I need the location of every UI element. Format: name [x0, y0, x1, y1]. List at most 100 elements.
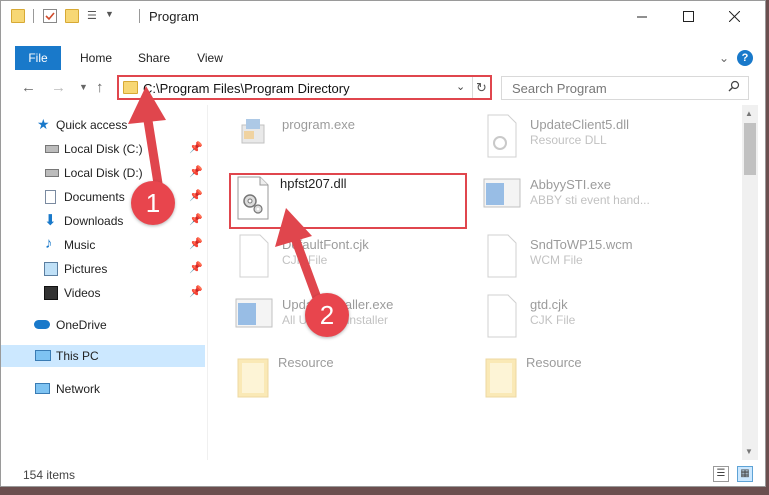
- file-item[interactable]: program.exe: [234, 113, 479, 169]
- download-icon: ⬇: [44, 212, 57, 229]
- tab-share[interactable]: Share: [129, 46, 179, 70]
- sidebar-item-label: Network: [56, 382, 101, 396]
- back-arrow-icon[interactable]: ←: [21, 79, 36, 96]
- network-icon: [35, 383, 50, 394]
- explorer-window: ☰ ▼ Program File Home Share View ⌄ ? ← →…: [0, 0, 766, 487]
- music-icon: ♪: [45, 235, 53, 252]
- up-arrow-icon[interactable]: ↑: [96, 79, 104, 96]
- file-type: ABBY sti event hand...: [530, 193, 650, 207]
- file-item[interactable]: gtd.cjk CJK File: [482, 293, 727, 349]
- sidebar-item-network[interactable]: Network: [1, 378, 205, 400]
- details-view-icon[interactable]: ☰: [713, 466, 729, 482]
- folder-item[interactable]: Resource: [482, 353, 727, 409]
- file-name: program.exe: [282, 117, 355, 132]
- sidebar-item-label: This PC: [56, 349, 99, 363]
- sidebar-item-label: Videos: [64, 286, 101, 300]
- sidebar-item-label: OneDrive: [56, 318, 107, 332]
- scroll-up-icon[interactable]: ▲: [745, 109, 753, 118]
- ribbon-collapse-icon[interactable]: ⌄: [719, 51, 729, 65]
- drive-icon: [45, 145, 59, 153]
- title-bar: ☰ ▼ Program: [1, 1, 765, 31]
- large-icons-view-icon[interactable]: ▦: [737, 466, 753, 482]
- separator: [33, 9, 34, 23]
- star-icon: ★: [37, 116, 50, 132]
- sidebar-item-pictures[interactable]: Pictures 📌: [1, 258, 205, 280]
- pin-icon[interactable]: 📌: [189, 285, 203, 298]
- sidebar-item-local-disk-c[interactable]: Local Disk (C:) 📌: [1, 138, 205, 160]
- address-path[interactable]: C:\Program Files\Program Directory: [143, 81, 350, 96]
- sidebar-item-videos[interactable]: Videos 📌: [1, 282, 205, 304]
- document-icon: [234, 233, 274, 283]
- pin-icon[interactable]: 📌: [189, 165, 203, 178]
- sidebar-item-quick-access[interactable]: ★ Quick access: [1, 114, 205, 136]
- videos-icon: [44, 286, 58, 300]
- document-icon: [482, 233, 522, 283]
- tab-view[interactable]: View: [189, 46, 231, 70]
- sidebar-item-downloads[interactable]: ⬇ Downloads 📌: [1, 210, 205, 232]
- search-icon[interactable]: [728, 80, 740, 95]
- file-type: Resource DLL: [530, 133, 607, 147]
- app-icon: [234, 113, 274, 163]
- search-placeholder: Search Program: [512, 81, 607, 96]
- chevron-down-icon[interactable]: ▼: [105, 9, 119, 23]
- forward-arrow-icon[interactable]: →: [51, 79, 66, 96]
- sidebar-item-local-disk-d[interactable]: Local Disk (D:) 📌: [1, 162, 205, 184]
- refresh-icon[interactable]: ↻: [472, 77, 490, 98]
- file-name: AbbyySTI.exe: [530, 177, 611, 192]
- tab-file[interactable]: File: [15, 46, 61, 70]
- item-count: 154 items: [23, 468, 76, 482]
- minimize-button[interactable]: [619, 1, 665, 31]
- folder-item[interactable]: Resource: [234, 353, 479, 409]
- pin-icon[interactable]: 📌: [189, 213, 203, 226]
- file-item[interactable]: SndToWP15.wcm WCM File: [482, 233, 727, 289]
- search-input[interactable]: Search Program: [501, 76, 749, 100]
- pin-icon[interactable]: 📌: [189, 237, 203, 250]
- help-icon[interactable]: ?: [737, 50, 753, 66]
- folder-icon: [482, 353, 522, 403]
- file-name: UpdateClient5.dll: [530, 117, 630, 132]
- file-item[interactable]: UpdateClient5.dll Resource DLL: [482, 113, 727, 169]
- file-highlight-box: [229, 173, 467, 229]
- vertical-scrollbar[interactable]: ▲ ▼: [742, 105, 758, 460]
- dll-icon: [482, 113, 522, 163]
- scrollbar-thumb[interactable]: [744, 123, 756, 175]
- scroll-down-icon[interactable]: ▼: [745, 447, 753, 456]
- sidebar-item-label: Local Disk (C:): [64, 142, 143, 156]
- pin-icon[interactable]: 📌: [189, 141, 203, 154]
- properties-icon[interactable]: [43, 9, 57, 23]
- window-title: Program: [149, 9, 199, 24]
- sidebar-item-this-pc[interactable]: This PC: [1, 345, 205, 367]
- file-list: program.exe UpdateClient5.dll Resource D…: [207, 105, 742, 460]
- recent-locations-chevron-icon[interactable]: ▼: [79, 82, 88, 92]
- new-folder-icon[interactable]: [65, 9, 79, 23]
- file-name: gtd.cjk: [530, 297, 568, 312]
- tab-home[interactable]: Home: [73, 46, 119, 70]
- file-type: WCM File: [530, 253, 583, 267]
- sidebar-item-label: Downloads: [64, 214, 124, 228]
- sidebar-item-label: Documents: [64, 190, 125, 204]
- sidebar-item-music[interactable]: ♪ Music 📌: [1, 234, 205, 256]
- document-icon: [482, 293, 522, 343]
- close-button[interactable]: [711, 1, 757, 31]
- file-name: Resource: [526, 355, 582, 370]
- view-menu-icon[interactable]: ☰: [87, 9, 101, 23]
- separator: [139, 9, 140, 23]
- step-badge-2: 2: [305, 293, 349, 337]
- file-name: SndToWP15.wcm: [530, 237, 633, 252]
- pin-icon[interactable]: 📌: [189, 189, 203, 202]
- sidebar-item-label: Quick access: [56, 118, 128, 132]
- sidebar-item-onedrive[interactable]: OneDrive: [1, 314, 205, 336]
- folder-icon: [234, 353, 274, 403]
- maximize-button[interactable]: [665, 1, 711, 31]
- file-item[interactable]: DefaultFont.cjk CJK File: [234, 233, 479, 289]
- step-badge-1: 1: [131, 181, 175, 225]
- file-item[interactable]: UpdateInstaller.exe All Updates installe…: [234, 293, 479, 349]
- computer-icon: [35, 350, 51, 361]
- file-type: CJK File: [282, 253, 328, 267]
- file-item[interactable]: AbbyySTI.exe ABBY sti event hand...: [482, 173, 727, 229]
- chevron-down-icon[interactable]: ⌄: [456, 80, 465, 93]
- address-bar[interactable]: C:\Program Files\Program Directory ⌄ ↻: [117, 75, 492, 100]
- drive-icon: [45, 169, 59, 177]
- cloud-icon: [34, 320, 50, 329]
- pin-icon[interactable]: 📌: [189, 261, 203, 274]
